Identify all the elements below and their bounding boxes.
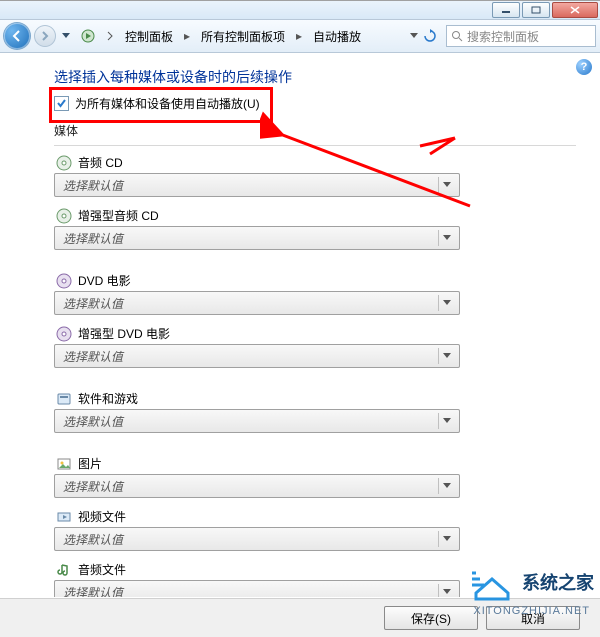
media-label: 视频文件 [78, 508, 126, 525]
media-label: 增强型 DVD 电影 [78, 325, 170, 342]
combo-value: 选择默认值 [63, 413, 123, 430]
media-group: 软件和游戏选择默认值 [54, 390, 576, 433]
media-label: 图片 [78, 455, 102, 472]
search-input[interactable]: 搜索控制面板 [446, 25, 596, 47]
picture-icon [56, 456, 72, 472]
media-head: 图片 [56, 455, 576, 472]
chevron-right-icon [106, 31, 114, 41]
media-default-combo[interactable]: 选择默认值 [54, 580, 460, 597]
chevron-down-icon [438, 478, 455, 494]
combo-value: 选择默认值 [63, 478, 123, 495]
media-label: 音频文件 [78, 561, 126, 578]
refresh-icon[interactable] [422, 28, 438, 44]
autoplay-icon [80, 28, 98, 44]
media-label: 软件和游戏 [78, 390, 138, 407]
autoplay-all-checkbox[interactable] [54, 96, 69, 111]
chevron-down-icon [438, 230, 455, 246]
media-label: DVD 电影 [78, 272, 131, 289]
footer: 保存(S) 取消 [0, 598, 600, 637]
media-label: 增强型音频 CD [78, 207, 159, 224]
close-button[interactable] [552, 2, 598, 18]
media-group: 图片选择默认值 [54, 455, 576, 498]
combo-value: 选择默认值 [63, 230, 123, 247]
autoplay-all-label: 为所有媒体和设备使用自动播放(U) [75, 95, 260, 112]
media-default-combo[interactable]: 选择默认值 [54, 474, 460, 498]
chevron-down-icon [438, 413, 455, 429]
combo-value: 选择默认值 [63, 348, 123, 365]
media-label: 音频 CD [78, 154, 123, 171]
back-button[interactable] [4, 23, 30, 49]
chevron-down-icon [438, 177, 455, 193]
media-default-combo[interactable]: 选择默认值 [54, 226, 460, 250]
media-head: 增强型 DVD 电影 [56, 325, 576, 342]
maximize-button[interactable] [522, 2, 550, 18]
autoplay-all-checkbox-row: 为所有媒体和设备使用自动播放(U) [54, 95, 576, 112]
section-media-label: 媒体 [54, 122, 576, 139]
media-group: 视频文件选择默认值 [54, 508, 576, 551]
chevron-right-icon: ▸ [182, 29, 192, 43]
cancel-button[interactable]: 取消 [486, 606, 580, 630]
media-default-combo[interactable]: 选择默认值 [54, 409, 460, 433]
media-head: DVD 电影 [56, 272, 576, 289]
search-icon [451, 30, 463, 42]
cd-audio-icon [56, 155, 72, 171]
media-group: 音频文件选择默认值 [54, 561, 576, 597]
media-head: 软件和游戏 [56, 390, 576, 407]
titlebar [0, 1, 600, 20]
search-placeholder: 搜索控制面板 [467, 28, 539, 45]
media-group: DVD 电影选择默认值 [54, 272, 576, 315]
navbar: 控制面板 ▸ 所有控制面板项 ▸ 自动播放 搜索控制面板 [0, 20, 600, 53]
divider [54, 145, 576, 146]
chevron-down-icon [438, 531, 455, 547]
cd-audio-icon [56, 208, 72, 224]
media-head: 音频 CD [56, 154, 576, 171]
media-default-combo[interactable]: 选择默认值 [54, 291, 460, 315]
audio-file-icon [56, 562, 72, 578]
chevron-down-icon [438, 348, 455, 364]
chevron-down-icon[interactable] [410, 33, 418, 39]
media-group: 音频 CD 选择默认值 [54, 154, 576, 197]
breadcrumb: 控制面板 ▸ 所有控制面板项 ▸ 自动播放 [118, 25, 406, 48]
video-icon [56, 509, 72, 525]
chevron-down-icon [438, 584, 455, 597]
dvd-icon [56, 326, 72, 342]
media-default-combo[interactable]: 选择默认值 [54, 173, 460, 197]
chevron-right-icon: ▸ [294, 29, 304, 43]
media-head: 视频文件 [56, 508, 576, 525]
combo-value: 选择默认值 [63, 584, 123, 598]
chevron-down-icon [438, 295, 455, 311]
media-head: 增强型音频 CD [56, 207, 576, 224]
combo-value: 选择默认值 [63, 295, 123, 312]
combo-value: 选择默认值 [63, 531, 123, 548]
dvd-icon [56, 273, 72, 289]
media-head: 音频文件 [56, 561, 576, 578]
software-icon [56, 391, 72, 407]
content-area: 选择插入每种媒体或设备时的后续操作 为所有媒体和设备使用自动播放(U) 媒体 音… [0, 53, 600, 597]
page-title: 选择插入每种媒体或设备时的后续操作 [54, 67, 576, 87]
forward-button[interactable] [34, 25, 56, 47]
save-button[interactable]: 保存(S) [384, 606, 478, 630]
combo-value: 选择默认值 [63, 177, 123, 194]
media-default-combo[interactable]: 选择默认值 [54, 527, 460, 551]
breadcrumb-root[interactable]: 控制面板 [118, 25, 180, 48]
minimize-button[interactable] [492, 2, 520, 18]
nav-history-dropdown[interactable] [60, 33, 72, 39]
media-group: 增强型 DVD 电影选择默认值 [54, 325, 576, 368]
breadcrumb-leaf[interactable]: 自动播放 [306, 25, 368, 48]
media-group: 增强型音频 CD 选择默认值 [54, 207, 576, 250]
breadcrumb-mid[interactable]: 所有控制面板项 [194, 25, 292, 48]
media-default-combo[interactable]: 选择默认值 [54, 344, 460, 368]
